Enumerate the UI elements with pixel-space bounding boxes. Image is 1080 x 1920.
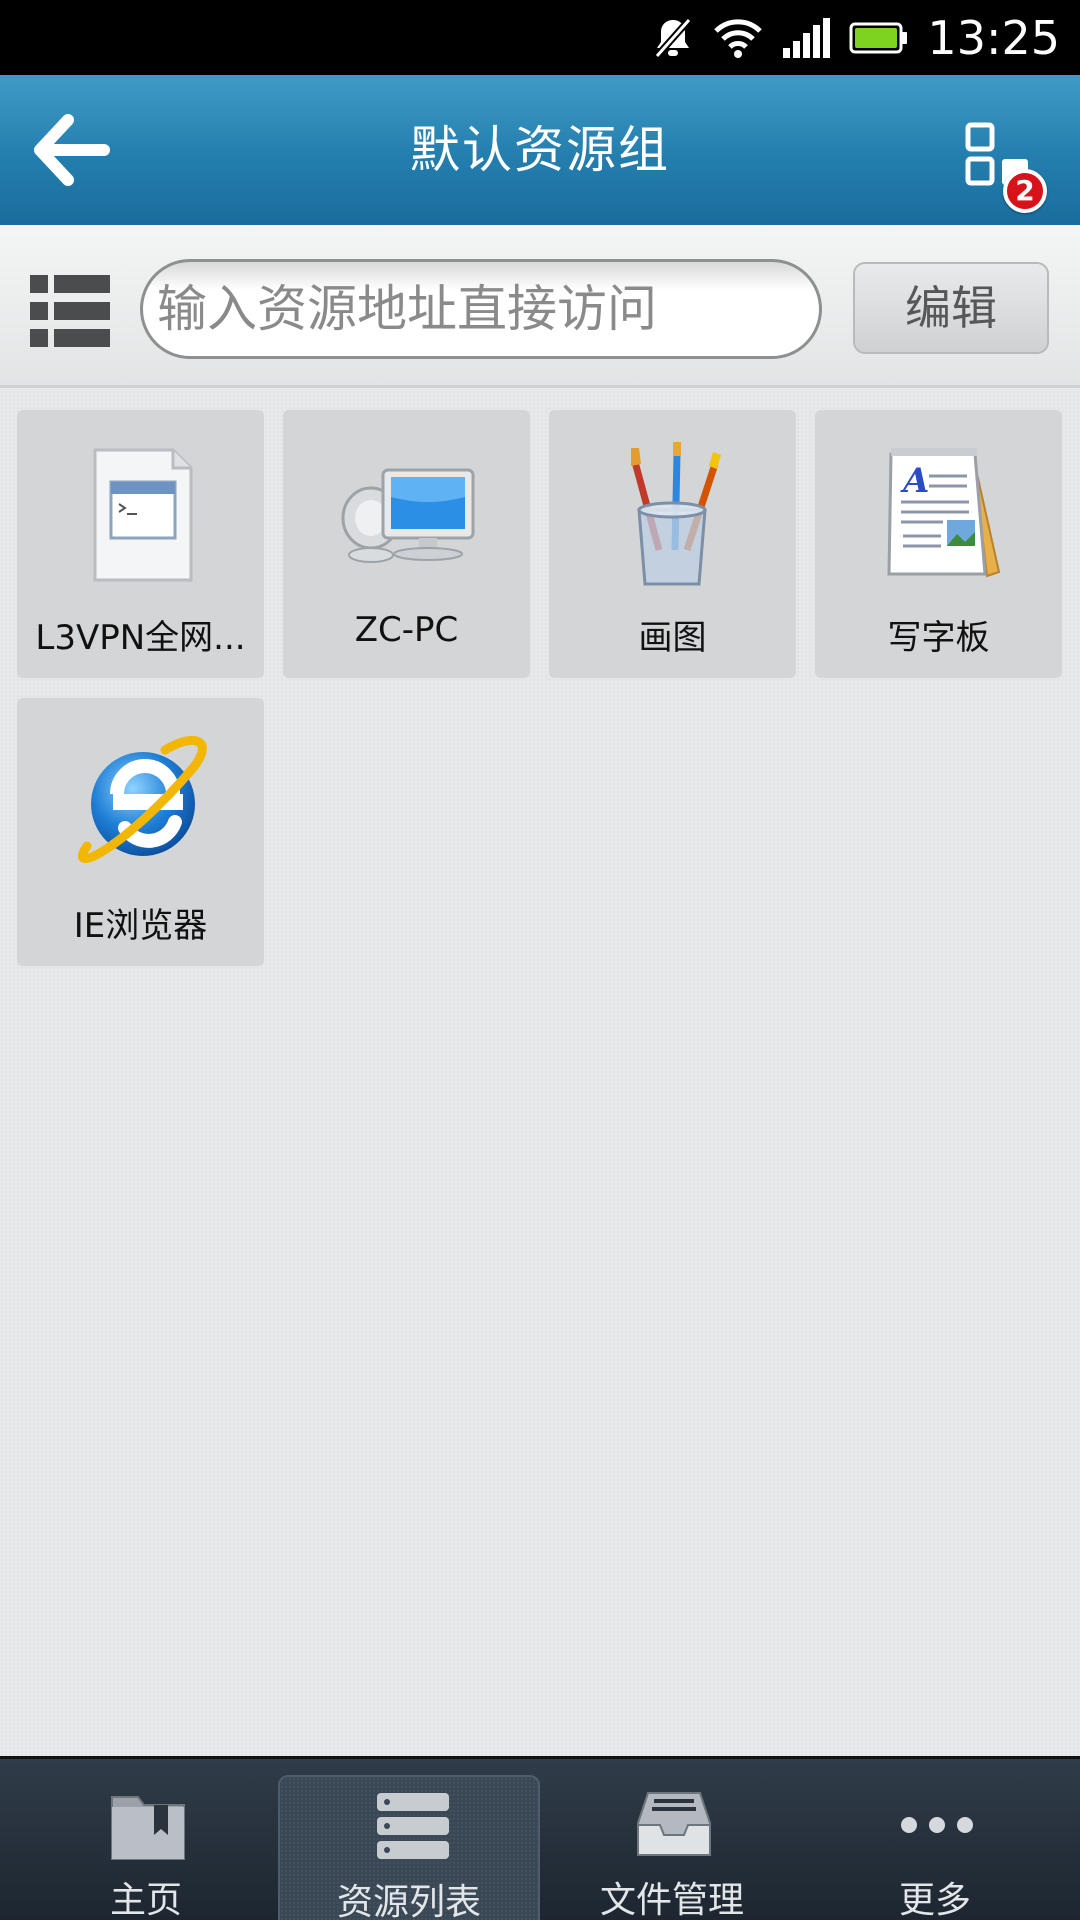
more-dots-icon xyxy=(901,1817,973,1833)
resource-label: IE浏览器 xyxy=(73,906,208,946)
resource-tile-wordpad[interactable]: A 写字板 xyxy=(815,410,1062,678)
resource-tile-ie[interactable]: IE浏览器 xyxy=(17,698,264,966)
tab-label: 资源列表 xyxy=(336,1882,481,1920)
list-view-icon xyxy=(30,275,110,347)
tab-label: 文件管理 xyxy=(599,1880,744,1920)
resource-label: 写字板 xyxy=(887,618,990,658)
signal-icon xyxy=(781,16,831,60)
tab-home[interactable]: 主页 xyxy=(15,1759,277,1920)
resource-tile-zc-pc[interactable]: ZC-PC xyxy=(283,410,530,678)
status-time: 13:25 xyxy=(927,10,1060,65)
edit-button[interactable]: 编辑 xyxy=(853,262,1049,354)
wordpad-icon: A xyxy=(887,448,1001,578)
page-title: 默认资源组 xyxy=(410,121,670,179)
tab-more[interactable]: 更多 xyxy=(804,1759,1066,1920)
back-arrow-icon xyxy=(34,114,110,186)
tab-resource-list[interactable]: 资源列表 xyxy=(278,1775,540,1920)
tab-file-manager[interactable]: 文件管理 xyxy=(541,1759,803,1920)
resource-label: L3VPN全网... xyxy=(35,618,246,658)
tab-label: 主页 xyxy=(109,1880,182,1920)
resource-label: ZC-PC xyxy=(354,610,459,650)
wifi-icon xyxy=(713,16,763,60)
bookmark-folder-icon xyxy=(111,1796,185,1860)
tab-label: 更多 xyxy=(898,1880,971,1920)
paint-brushes-icon xyxy=(631,442,721,586)
server-list-icon xyxy=(377,1793,449,1859)
resource-label: 画图 xyxy=(638,618,707,658)
search-toolbar: 编辑 xyxy=(0,225,1080,388)
resource-address-input[interactable] xyxy=(140,259,822,359)
status-bar: 13:25 xyxy=(0,0,1080,75)
mute-icon xyxy=(651,16,695,60)
resource-tile-paint[interactable]: 画图 xyxy=(549,410,796,678)
header-bar: 默认资源组 2 xyxy=(0,75,1080,225)
file-tray-icon xyxy=(637,1792,711,1856)
bottom-tab-bar: 主页 资源列表 文件管理 更多 xyxy=(0,1756,1080,1920)
resource-tile-l3vpn[interactable]: L3VPN全网... xyxy=(17,410,264,678)
back-button[interactable] xyxy=(30,110,120,190)
battery-icon xyxy=(849,21,909,55)
app-screen: 13:25 默认资源组 2 输入资源地址直接访问 编辑 L3VPN全网... Z… xyxy=(0,0,1080,1920)
ie-browser-icon xyxy=(78,735,207,864)
resource-grid: L3VPN全网... ZC-PC 画图 A 写字板 IE浏览器 xyxy=(0,390,1080,1756)
application-window-icon xyxy=(93,448,193,582)
list-view-button[interactable] xyxy=(30,273,110,349)
svg-text:A: A xyxy=(900,461,929,501)
notification-badge: 2 xyxy=(1003,169,1047,213)
computer-icon xyxy=(341,468,475,563)
